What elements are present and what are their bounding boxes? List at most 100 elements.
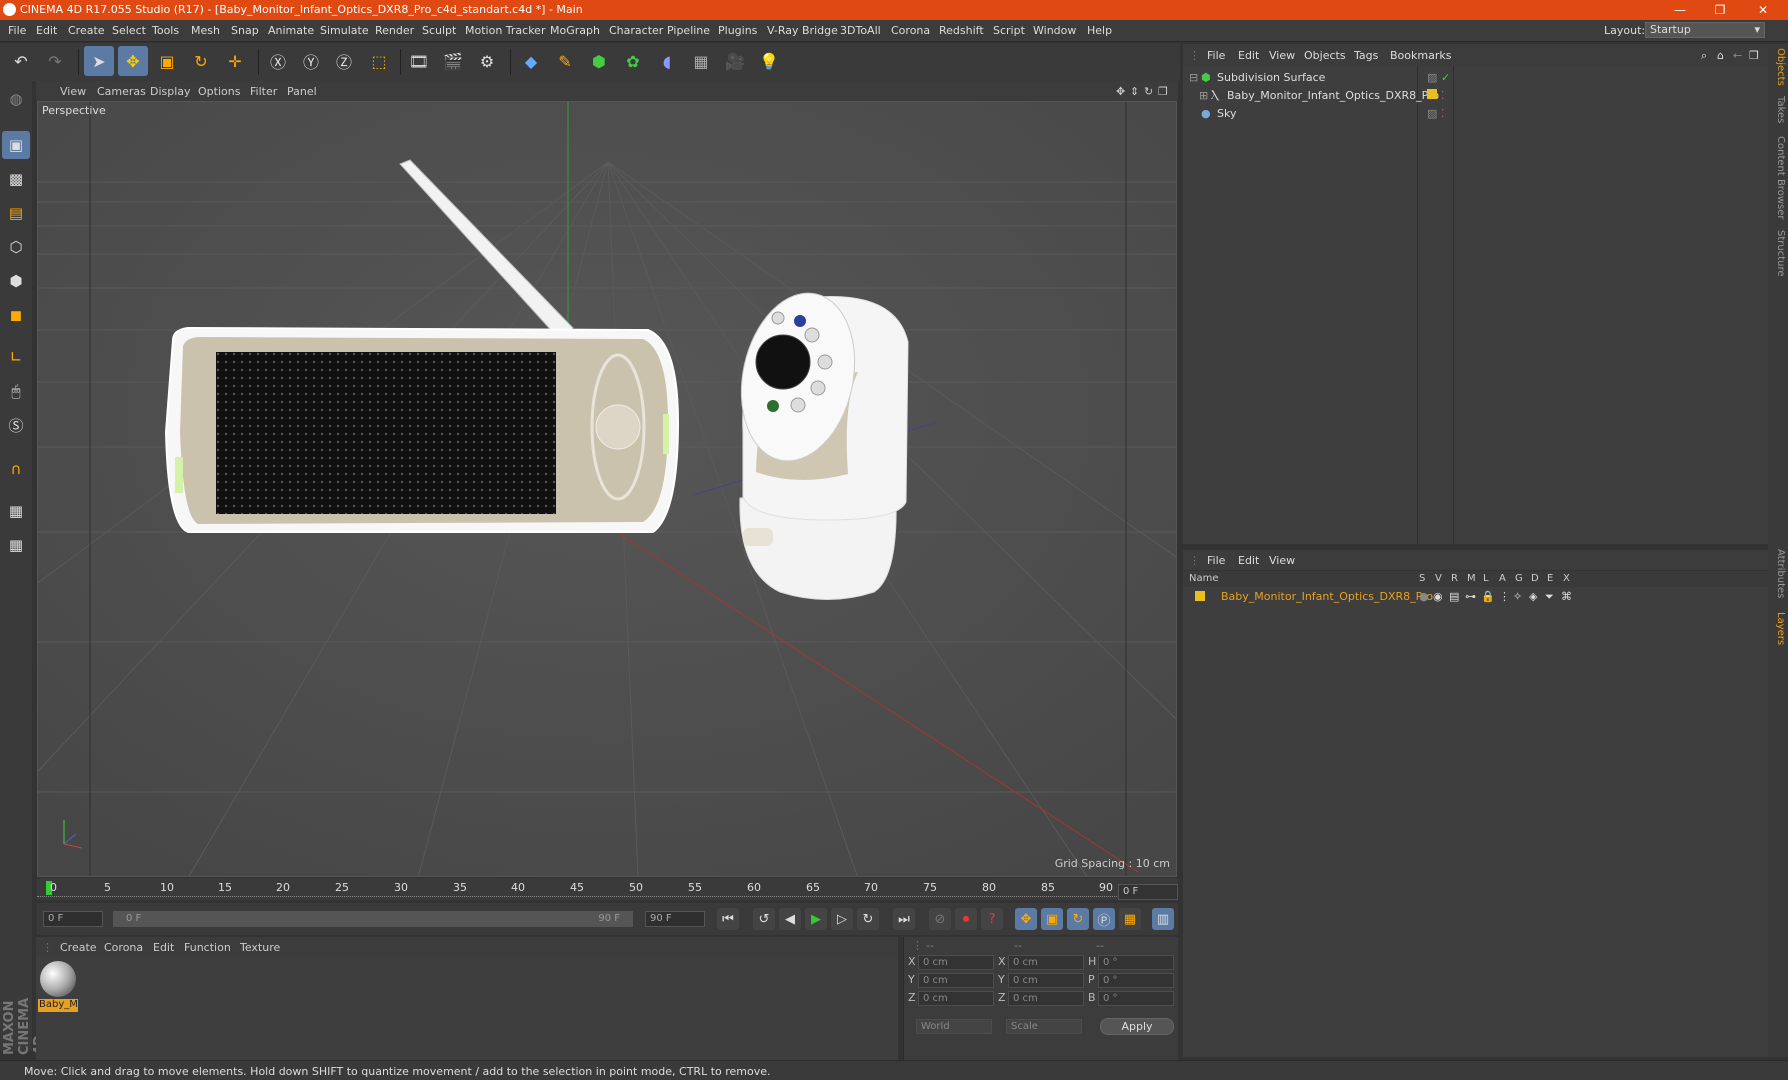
workplane-mode-icon[interactable]: ▤ bbox=[2, 199, 30, 227]
timeline-window-icon[interactable]: ▥ bbox=[1152, 908, 1174, 930]
view-toggle-icon[interactable]: ◉ bbox=[1433, 590, 1443, 603]
viewport-menu-panel[interactable]: Panel bbox=[287, 85, 317, 98]
tab-structure[interactable]: Structure bbox=[1770, 230, 1786, 277]
light-icon[interactable]: 💡 bbox=[754, 46, 784, 76]
cube-primitive-icon[interactable]: ◆ bbox=[516, 46, 546, 76]
render-toggle-icon[interactable]: ▤ bbox=[1449, 590, 1459, 603]
workplane-lock-icon[interactable]: ▦ bbox=[2, 497, 30, 525]
home-icon[interactable]: ⌂ bbox=[1717, 49, 1724, 62]
magnet-icon[interactable]: ∩ bbox=[2, 455, 30, 483]
viewport-maximize-icon[interactable]: ❐ bbox=[1158, 85, 1168, 98]
polygons-mode-icon[interactable]: ◼ bbox=[2, 301, 30, 329]
mograph-cloner-icon[interactable]: ✿ bbox=[618, 46, 648, 76]
tab-attributes[interactable]: Attributes bbox=[1770, 549, 1786, 598]
make-editable-icon[interactable]: ◍ bbox=[2, 85, 30, 113]
record-keys-icon[interactable]: ⊘ bbox=[929, 908, 951, 930]
object-menu-view[interactable]: View bbox=[1269, 49, 1295, 62]
object-menu-bookmarks[interactable]: Bookmarks bbox=[1390, 49, 1451, 62]
minimize-button[interactable]: — bbox=[1660, 1, 1700, 19]
keyframe-selection-icon[interactable]: ? bbox=[981, 908, 1003, 930]
layer-menu-file[interactable]: File bbox=[1207, 554, 1225, 567]
size-x-field[interactable]: 0 cm bbox=[1008, 955, 1084, 970]
menu-character[interactable]: Character bbox=[609, 24, 663, 37]
layer-menu-edit[interactable]: Edit bbox=[1238, 554, 1259, 567]
layer-color-swatch[interactable] bbox=[1195, 591, 1205, 601]
object-row-baby-monitor[interactable]: ⊞ Ⲗ Baby_Monitor_Infant_Optics_DXR8_Pro … bbox=[1183, 86, 1768, 104]
previous-keyframe-icon[interactable]: ↺ bbox=[753, 908, 775, 930]
close-button[interactable]: ✕ bbox=[1743, 1, 1783, 19]
menu-vray-bridge[interactable]: V-Ray Bridge bbox=[767, 24, 838, 37]
menu-plugins[interactable]: Plugins bbox=[718, 24, 757, 37]
camera-icon[interactable]: 🎥 bbox=[720, 46, 750, 76]
viewport-menu-filter[interactable]: Filter bbox=[250, 85, 277, 98]
go-to-end-icon[interactable]: ⏭ bbox=[893, 908, 915, 930]
rotation-h-field[interactable]: 0 ° bbox=[1098, 955, 1174, 970]
menu-corona[interactable]: Corona bbox=[891, 24, 930, 37]
menu-file[interactable]: File bbox=[8, 24, 26, 37]
rotate-tool-icon[interactable]: ↻ bbox=[186, 46, 216, 76]
menu-script[interactable]: Script bbox=[993, 24, 1025, 37]
current-frame-field[interactable]: 0 F bbox=[1118, 884, 1178, 900]
material-menu-corona[interactable]: Corona bbox=[104, 941, 143, 954]
menu-create[interactable]: Create bbox=[68, 24, 105, 37]
key-pla-icon[interactable]: ▦ bbox=[1119, 908, 1141, 930]
perspective-viewport[interactable]: Perspective Grid Spacing : 10 cm bbox=[37, 101, 1177, 877]
solo-toggle-icon[interactable]: ● bbox=[1419, 590, 1429, 603]
coordinate-system-icon[interactable]: ⬚ bbox=[364, 46, 394, 76]
object-menu-file[interactable]: File bbox=[1207, 49, 1225, 62]
viewport-menu-display[interactable]: Display bbox=[150, 85, 191, 98]
viewport-zoom-icon[interactable]: ⇕ bbox=[1130, 85, 1139, 98]
frame-range-slider[interactable]: 0 F 90 F bbox=[113, 911, 633, 927]
menu-window[interactable]: Window bbox=[1033, 24, 1076, 37]
position-z-field[interactable]: 0 cm bbox=[918, 991, 994, 1006]
render-view-icon[interactable]: 🎞 bbox=[404, 46, 434, 76]
menu-snap[interactable]: Snap bbox=[231, 24, 259, 37]
viewport-pan-icon[interactable]: ✥ bbox=[1116, 85, 1125, 98]
editor-visibility-icon[interactable]: ▨ bbox=[1427, 71, 1437, 84]
model-mode-icon[interactable]: ▣ bbox=[2, 131, 30, 159]
subdivision-surface-icon[interactable]: ⬢ bbox=[584, 46, 614, 76]
animation-toggle-icon[interactable]: ⋮ bbox=[1499, 590, 1510, 603]
texture-mode-icon[interactable]: ▩ bbox=[2, 165, 30, 193]
menu-motion-tracker[interactable]: Motion Tracker bbox=[465, 24, 545, 37]
menu-sculpt[interactable]: Sculpt bbox=[422, 24, 456, 37]
render-picture-viewer-icon[interactable]: 🎬 bbox=[438, 46, 468, 76]
move-tool-icon[interactable]: ✥ bbox=[118, 46, 148, 76]
restore-button[interactable]: ❐ bbox=[1700, 1, 1740, 19]
expand-icon[interactable]: ⊞ bbox=[1199, 89, 1208, 102]
tab-takes[interactable]: Takes bbox=[1770, 96, 1786, 123]
viewport-rotate-icon[interactable]: ↻ bbox=[1144, 85, 1153, 98]
object-row-sky[interactable]: ● Sky ▨ ⁚ bbox=[1183, 104, 1768, 122]
xref-toggle-icon[interactable]: ⌘ bbox=[1561, 590, 1572, 603]
menu-select[interactable]: Select bbox=[112, 24, 146, 37]
render-settings-icon[interactable]: ⚙ bbox=[472, 46, 502, 76]
tab-content-browser[interactable]: Content Browser bbox=[1770, 136, 1786, 219]
object-menu-edit[interactable]: Edit bbox=[1238, 49, 1259, 62]
coordinate-mode-dropdown[interactable]: World bbox=[916, 1019, 992, 1034]
apply-button[interactable]: Apply bbox=[1100, 1018, 1174, 1035]
rotation-p-field[interactable]: 0 ° bbox=[1098, 973, 1174, 988]
layer-color-swatch[interactable] bbox=[1427, 89, 1437, 99]
live-selection-icon[interactable]: ➤ bbox=[84, 46, 114, 76]
y-axis-lock-icon[interactable]: Ⓨ bbox=[296, 46, 326, 76]
size-y-field[interactable]: 0 cm bbox=[1008, 973, 1084, 988]
collapse-icon[interactable]: ⊟ bbox=[1189, 71, 1198, 84]
undo-icon[interactable]: ↶ bbox=[6, 46, 36, 76]
object-menu-objects[interactable]: Objects bbox=[1304, 49, 1346, 62]
size-mode-dropdown[interactable]: Scale bbox=[1006, 1019, 1082, 1034]
key-rotation-icon[interactable]: ↻ bbox=[1067, 908, 1089, 930]
next-keyframe-icon[interactable]: ↻ bbox=[857, 908, 879, 930]
axis-mode-icon[interactable]: ∟ bbox=[2, 343, 30, 371]
tab-objects[interactable]: Objects bbox=[1770, 48, 1786, 86]
play-icon[interactable]: ▶ bbox=[805, 908, 827, 930]
menu-mesh[interactable]: Mesh bbox=[191, 24, 220, 37]
recent-tool-icon[interactable]: ✛ bbox=[220, 46, 250, 76]
position-y-field[interactable]: 0 cm bbox=[918, 973, 994, 988]
menu-redshift[interactable]: Redshift bbox=[939, 24, 984, 37]
lock-toggle-icon[interactable]: 🔒 bbox=[1481, 590, 1495, 603]
redo-icon[interactable]: ↷ bbox=[40, 46, 70, 76]
floor-scene-icon[interactable]: ▦ bbox=[686, 46, 716, 76]
x-axis-lock-icon[interactable]: Ⓧ bbox=[263, 46, 293, 76]
material-swatch[interactable]: Baby_M bbox=[38, 959, 78, 1015]
material-menu-texture[interactable]: Texture bbox=[240, 941, 280, 954]
